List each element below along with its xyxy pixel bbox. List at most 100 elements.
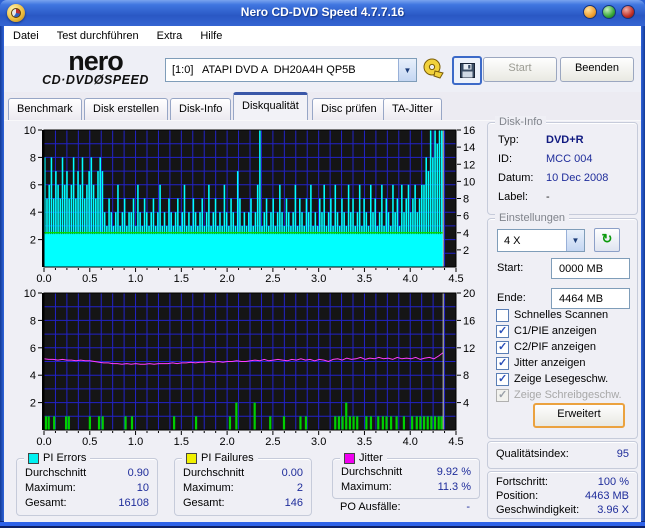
svg-text:16: 16 bbox=[463, 315, 475, 327]
chevron-down-icon[interactable]: ▼ bbox=[566, 230, 584, 251]
svg-text:1.0: 1.0 bbox=[128, 436, 143, 445]
disk-info-row: Label: - bbox=[498, 191, 550, 203]
checkbox-c1-pie[interactable]: C1/PIE anzeigen bbox=[496, 324, 597, 338]
window-title: Nero CD-DVD Speed 4.7.7.16 bbox=[240, 5, 405, 19]
svg-text:2.0: 2.0 bbox=[219, 436, 234, 445]
tab-disc-pruefen[interactable]: Disc prüfen bbox=[312, 98, 386, 120]
maximize-button[interactable] bbox=[602, 5, 616, 19]
jitter-legend-swatch bbox=[344, 452, 355, 464]
svg-text:8: 8 bbox=[30, 152, 36, 164]
checkbox-schreibgeschw: Zeige Schreibgeschw. bbox=[496, 388, 622, 402]
checkbox-jitter[interactable]: Jitter anzeigen bbox=[496, 356, 586, 370]
svg-text:4: 4 bbox=[30, 207, 36, 219]
checkbox-schnelles-scannen[interactable]: Schnelles Scannen bbox=[496, 308, 608, 322]
svg-text:2.5: 2.5 bbox=[265, 273, 280, 282]
svg-text:4.0: 4.0 bbox=[403, 436, 418, 445]
close-button[interactable] bbox=[621, 5, 635, 19]
quality-index-label: Qualitätsindex: bbox=[496, 448, 569, 460]
save-icon bbox=[459, 63, 475, 78]
checkbox-box[interactable] bbox=[496, 372, 509, 386]
checkbox-lesegeschw[interactable]: Zeige Lesegeschw. bbox=[496, 372, 608, 386]
tab-disk-erstellen[interactable]: Disk erstellen bbox=[84, 98, 169, 120]
po-failures-value: - bbox=[466, 501, 470, 513]
po-failures-row: PO Ausfälle: - bbox=[340, 501, 470, 515]
menu-datei[interactable]: Datei bbox=[4, 27, 48, 46]
speed-selector[interactable]: 4 X ▼ bbox=[497, 229, 585, 252]
checkbox-c2-pif[interactable]: C2/PIF anzeigen bbox=[496, 340, 596, 354]
po-failures-label: PO Ausfälle: bbox=[340, 501, 401, 513]
disk-info-row: Typ: DVD+R bbox=[498, 134, 584, 146]
progress-box: Fortschritt: 100 % Position: 4463 MB Gesch… bbox=[487, 471, 638, 519]
quality-index-box: Qualitätsindex: 95 bbox=[487, 441, 638, 469]
tab-benchmark[interactable]: Benchmark bbox=[8, 98, 82, 120]
svg-text:6: 6 bbox=[463, 211, 469, 223]
chevron-down-icon[interactable]: ▼ bbox=[398, 59, 416, 81]
end-position-label: Ende: bbox=[497, 292, 526, 304]
eject-disc-button[interactable] bbox=[421, 57, 447, 81]
svg-text:4.0: 4.0 bbox=[403, 273, 418, 282]
tab-ta-jitter[interactable]: TA-Jitter bbox=[383, 98, 442, 120]
svg-text:4: 4 bbox=[463, 398, 469, 410]
svg-text:0.5: 0.5 bbox=[82, 273, 97, 282]
svg-text:12: 12 bbox=[463, 159, 475, 171]
quit-button[interactable]: Beenden bbox=[560, 57, 634, 82]
svg-text:20: 20 bbox=[463, 288, 475, 300]
progress-row: Position: 4463 MB bbox=[496, 490, 629, 502]
stat-row: Maximum: 2 bbox=[183, 482, 303, 494]
svg-text:2: 2 bbox=[30, 398, 36, 410]
drive-selector-value: [1:0] ATAPI DVD A DH20A4H QP5B bbox=[172, 64, 356, 76]
jitter-stats-box: Jitter Durchschnitt 9.92 % Maximum: 11.3 % bbox=[332, 452, 480, 499]
svg-text:3.5: 3.5 bbox=[357, 273, 372, 282]
jitter-stats-title: Jitter bbox=[359, 452, 383, 464]
pi-errors-stats-box: PI Errors Durchschnitt 0.90 Maximum: 10 Ge… bbox=[16, 452, 158, 516]
pi-failures-jitter-chart: 0.0 0.5 1.0 1.5 2.0 2.5 3.0 3.5 4.0 4.5 2 4 6 8 10 4 8 12… bbox=[8, 287, 482, 448]
checkbox-box[interactable] bbox=[496, 308, 509, 322]
checkbox-box[interactable] bbox=[496, 340, 509, 354]
tab-disk-info[interactable]: Disk-Info bbox=[170, 98, 232, 120]
start-position-label: Start: bbox=[497, 262, 524, 274]
svg-text:0.0: 0.0 bbox=[36, 273, 51, 282]
stat-row: Durchschnitt 0.90 bbox=[25, 467, 149, 479]
menu-extra[interactable]: Extra bbox=[148, 27, 192, 46]
svg-text:8: 8 bbox=[463, 194, 469, 206]
svg-text:2: 2 bbox=[30, 235, 36, 247]
svg-text:2.5: 2.5 bbox=[265, 436, 280, 445]
refresh-button[interactable]: ↻ bbox=[594, 228, 620, 252]
drive-selector[interactable]: [1:0] ATAPI DVD A DH20A4H QP5B ▼ bbox=[165, 58, 417, 82]
save-button[interactable] bbox=[452, 56, 482, 85]
stat-row: Durchschnitt 0.00 bbox=[183, 467, 303, 479]
minimize-button[interactable] bbox=[583, 5, 597, 19]
menu-hilfe[interactable]: Hilfe bbox=[191, 27, 231, 46]
speed-selector-value: 4 X bbox=[504, 234, 521, 247]
settings-title: Einstellungen bbox=[495, 212, 570, 224]
checkbox-box[interactable] bbox=[496, 356, 509, 370]
title-bar: Nero CD-DVD Speed 4.7.7.16 bbox=[0, 0, 645, 26]
checkbox-box[interactable] bbox=[496, 324, 509, 338]
progress-row: Geschwindigkeit: 3.96 X bbox=[496, 504, 629, 516]
start-button[interactable]: Start bbox=[483, 57, 557, 82]
menu-bar: Datei Test durchführen Extra Hilfe bbox=[4, 26, 641, 47]
disk-info-row: Datum: 10 Dec 2008 bbox=[498, 172, 609, 184]
tab-diskqualitaet[interactable]: Diskqualität bbox=[233, 92, 308, 120]
checkbox-box bbox=[496, 388, 509, 402]
window-border-right bbox=[641, 26, 645, 528]
stat-row: Maximum: 11.3 % bbox=[341, 481, 471, 493]
svg-text:3.0: 3.0 bbox=[311, 273, 326, 282]
end-position-field[interactable] bbox=[551, 288, 630, 309]
svg-text:16: 16 bbox=[463, 125, 475, 137]
advanced-button[interactable]: Erweitert bbox=[533, 403, 625, 428]
nero-logo: nero CD·DVDØSPEED bbox=[42, 46, 149, 88]
svg-text:10: 10 bbox=[24, 288, 36, 300]
pi-errors-chart: 0.0 0.5 1.0 1.5 2.0 2.5 3.0 3.5 4.0 4.5 2 4 6 8 10 2 4 6 8… bbox=[8, 124, 482, 285]
quality-index-value: 95 bbox=[616, 448, 629, 460]
svg-text:1.0: 1.0 bbox=[128, 273, 143, 282]
svg-text:12: 12 bbox=[463, 343, 475, 355]
menu-test-durchfuehren[interactable]: Test durchführen bbox=[48, 27, 148, 46]
pi-errors-legend-swatch bbox=[28, 452, 39, 464]
start-position-field[interactable] bbox=[551, 258, 630, 279]
svg-text:3.0: 3.0 bbox=[311, 436, 326, 445]
svg-text:0.0: 0.0 bbox=[36, 436, 51, 445]
stat-row: Gesamt: 146 bbox=[183, 497, 303, 509]
pi-failures-stats-box: PI Failures Durchschnitt 0.00 Maximum: 2 G… bbox=[174, 452, 312, 516]
svg-text:2: 2 bbox=[463, 245, 469, 257]
